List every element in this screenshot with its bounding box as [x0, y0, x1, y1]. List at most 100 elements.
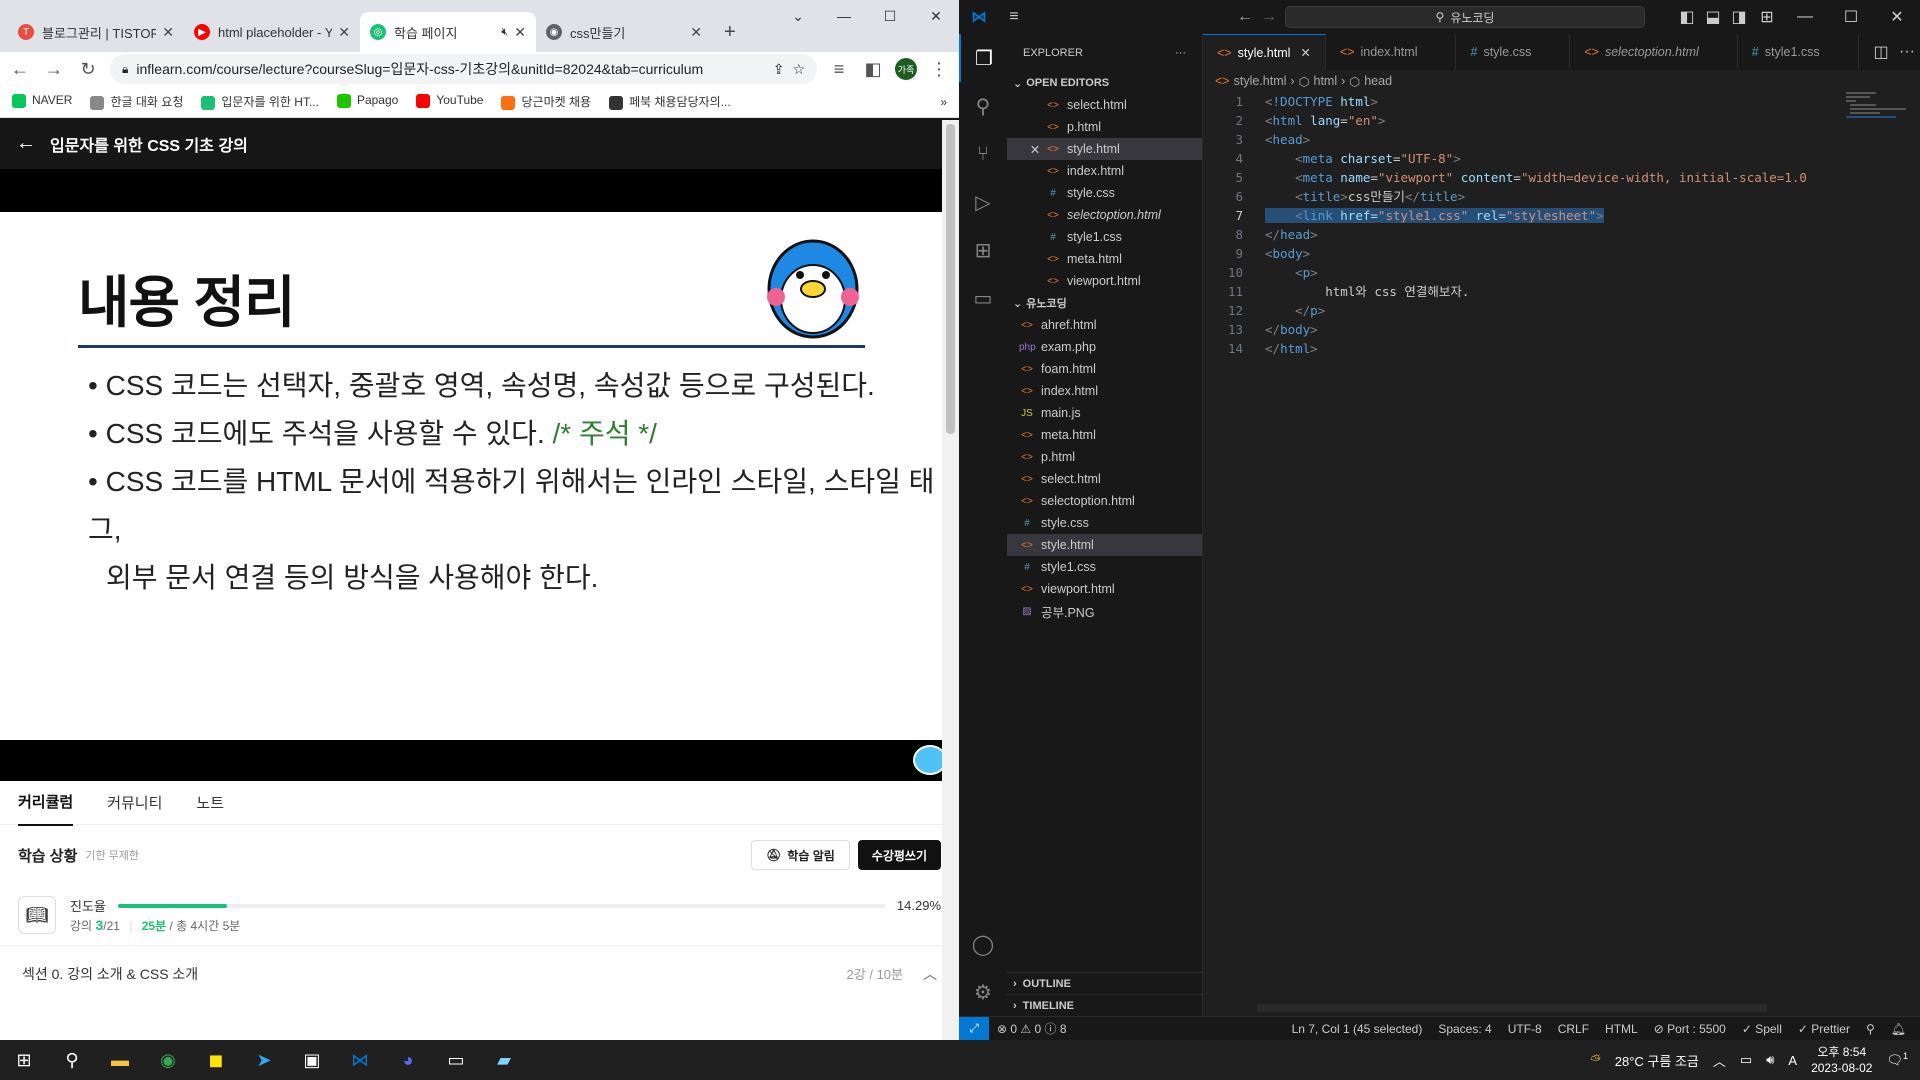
network-icon[interactable]: ▭	[1740, 1052, 1752, 1068]
tab-community[interactable]: 커뮤니티	[107, 792, 162, 813]
tab-mute-icon[interactable]: 🔇︎	[501, 26, 508, 39]
live-server-port[interactable]: ⊘ Port : 5500	[1654, 1022, 1726, 1036]
search-view-icon[interactable]: ⚲	[959, 82, 1007, 130]
notifications-bell-icon[interactable]: 🔔︎	[1891, 1022, 1906, 1036]
editor-tab[interactable]: # style1.css	[1738, 34, 1859, 70]
bookmark-item[interactable]: Papago	[336, 93, 398, 110]
editor-tab[interactable]: <> style.html ✕	[1203, 34, 1326, 70]
explorer-icon[interactable]: ❐	[959, 34, 1007, 82]
open-editor-item[interactable]: <> index.html	[1007, 160, 1202, 182]
open-editor-item[interactable]: # style1.css	[1007, 226, 1202, 248]
nav-forward-icon[interactable]: →	[1261, 8, 1277, 26]
side-panel-icon[interactable]: ◧	[861, 59, 885, 80]
weather-text[interactable]: 28°C 구름 조금	[1615, 1051, 1699, 1070]
chrome-icon[interactable]: ◉	[144, 1040, 192, 1080]
bookmark-item[interactable]: 당근마켓 채용	[501, 93, 591, 110]
tab-notes[interactable]: 노트	[196, 792, 224, 813]
new-tab-button[interactable]: +	[712, 12, 748, 52]
write-review-button[interactable]: 수강평쓰기	[857, 840, 941, 870]
browser-tab[interactable]: T 블로그관리 | TISTORY ✕	[8, 12, 184, 52]
bookmark-item[interactable]: 페북 채용담당자의...	[609, 93, 731, 110]
vscode-icon[interactable]: ⋈	[336, 1040, 384, 1080]
bookmark-item[interactable]: NAVER	[12, 93, 72, 110]
file-item[interactable]: # style.css	[1007, 512, 1202, 534]
tray-chevron-icon[interactable]: ︿	[1713, 1051, 1726, 1070]
file-item[interactable]: <> index.html	[1007, 380, 1202, 402]
run-debug-icon[interactable]: ▷	[959, 178, 1007, 226]
outline-header[interactable]: › OUTLINE	[1007, 972, 1202, 994]
file-item[interactable]: <> selectoption.html	[1007, 490, 1202, 512]
editor-tab[interactable]: <> index.html	[1326, 34, 1457, 70]
video-player[interactable]: 내용 정리 • CSS 코드는 선택자, 중괄호 영역, 속성명, 속성값 등으…	[0, 169, 959, 781]
maximize-button[interactable]: ☐	[1828, 7, 1874, 27]
language-mode[interactable]: HTML	[1605, 1022, 1638, 1036]
store-icon[interactable]: ▣	[288, 1040, 336, 1080]
spell-check[interactable]: ✓ Spell	[1742, 1022, 1782, 1036]
telegram-icon[interactable]: ➤	[240, 1040, 288, 1080]
toggle-secondary-icon[interactable]: ◨	[1726, 7, 1752, 27]
tab-close-icon[interactable]: ✕	[338, 24, 350, 41]
file-item[interactable]: <> p.html	[1007, 446, 1202, 468]
reload-button[interactable]: ↻	[76, 59, 100, 80]
reading-list-icon[interactable]: ≡	[827, 59, 851, 80]
file-item[interactable]: <> meta.html	[1007, 424, 1202, 446]
nav-back-icon[interactable]: ←	[1237, 8, 1253, 26]
bookmark-item[interactable]: YouTube	[416, 93, 483, 110]
bookmark-star-icon[interactable]: ☆	[792, 61, 805, 78]
split-editor-icon[interactable]: ◫	[1868, 42, 1894, 62]
minimize-button[interactable]: —	[1782, 8, 1828, 26]
close-window-button[interactable]: ✕	[1874, 7, 1920, 27]
editor-hscrollbar[interactable]	[1257, 1004, 1767, 1012]
terminal-icon[interactable]: ▭	[432, 1040, 480, 1080]
browser-tab[interactable]: ◉ css만들기 ✕	[536, 12, 712, 52]
hamburger-menu-icon[interactable]: ≡	[999, 8, 1029, 26]
clock[interactable]: 오후 8:54 2023-08-02	[1811, 1044, 1872, 1076]
page-scrollbar[interactable]	[942, 120, 959, 1040]
file-item[interactable]: <> viewport.html	[1007, 578, 1202, 600]
profile-avatar[interactable]: 가족	[895, 58, 917, 80]
open-editor-item[interactable]: ✕ <> style.html	[1007, 138, 1202, 160]
file-item[interactable]: <> ahref.html	[1007, 314, 1202, 336]
open-editor-item[interactable]: <> meta.html	[1007, 248, 1202, 270]
code-editor[interactable]: 1 <!DOCTYPE html> 2 <html lang="en"> 3 <hea…	[1203, 92, 1903, 358]
file-item[interactable]: # style1.css	[1007, 556, 1202, 578]
file-explorer-icon[interactable]: ▬	[96, 1040, 144, 1080]
remote-indicator-icon[interactable]: ⤢	[959, 1016, 989, 1040]
notification-center-icon[interactable]: 🗨︎1	[1886, 1051, 1908, 1068]
tab-search-icon[interactable]: ⌄	[775, 0, 821, 32]
back-button[interactable]: ←	[8, 59, 32, 80]
browser-tab[interactable]: ◎ 학습 페이지 🔇︎ ✕	[360, 12, 536, 52]
search-icon[interactable]: ⚲	[48, 1040, 96, 1080]
file-item[interactable]: <> select.html	[1007, 468, 1202, 490]
notepad-icon[interactable]: ▰	[480, 1040, 528, 1080]
close-editor-icon[interactable]: ✕	[1027, 142, 1043, 157]
minimize-button[interactable]: —	[821, 0, 867, 32]
editor-more-icon[interactable]: ···	[1894, 43, 1920, 61]
windows-start-icon[interactable]: ⊞	[0, 1040, 48, 1080]
open-editor-item[interactable]: # style.css	[1007, 182, 1202, 204]
kakaotalk-icon[interactable]: ◼	[192, 1040, 240, 1080]
address-bar[interactable]: 🔒︎ inflearn.com/course/lecture?courseSlu…	[110, 54, 817, 84]
open-editor-item[interactable]: <> p.html	[1007, 116, 1202, 138]
source-control-icon[interactable]: ⑂	[959, 130, 1007, 178]
file-item[interactable]: php exam.php	[1007, 336, 1202, 358]
bookmark-item[interactable]: 한글 대화 요청	[90, 93, 183, 110]
file-item[interactable]: <> style.html	[1007, 534, 1202, 556]
open-editor-item[interactable]: <> viewport.html	[1007, 270, 1202, 292]
url-text[interactable]: inflearn.com/course/lecture?courseSlug=입…	[136, 59, 764, 79]
ime-indicator[interactable]: A	[1788, 1053, 1797, 1068]
prettier[interactable]: ✓ Prettier	[1798, 1022, 1850, 1036]
breadcrumb-file[interactable]: style.html	[1234, 74, 1287, 88]
breadcrumb-head[interactable]: head	[1364, 74, 1392, 88]
menu-kebab-icon[interactable]: ⋮	[927, 59, 951, 80]
accounts-icon[interactable]: ⚲	[1866, 1022, 1875, 1036]
toggle-sidebar-icon[interactable]: ◧	[1674, 7, 1700, 27]
minimap[interactable]	[1846, 92, 1906, 152]
open-editors-header[interactable]: ⌄ OPEN EDITORS	[1007, 72, 1202, 94]
encoding[interactable]: UTF-8	[1508, 1022, 1542, 1036]
share-icon[interactable]: ⇪	[773, 61, 785, 78]
chevron-up-icon[interactable]: ︿	[923, 964, 937, 984]
settings-gear-icon[interactable]: ⚙	[959, 968, 1007, 1016]
discord-icon[interactable]: ◕	[384, 1040, 432, 1080]
tab-close-icon[interactable]: ✕	[514, 24, 526, 41]
